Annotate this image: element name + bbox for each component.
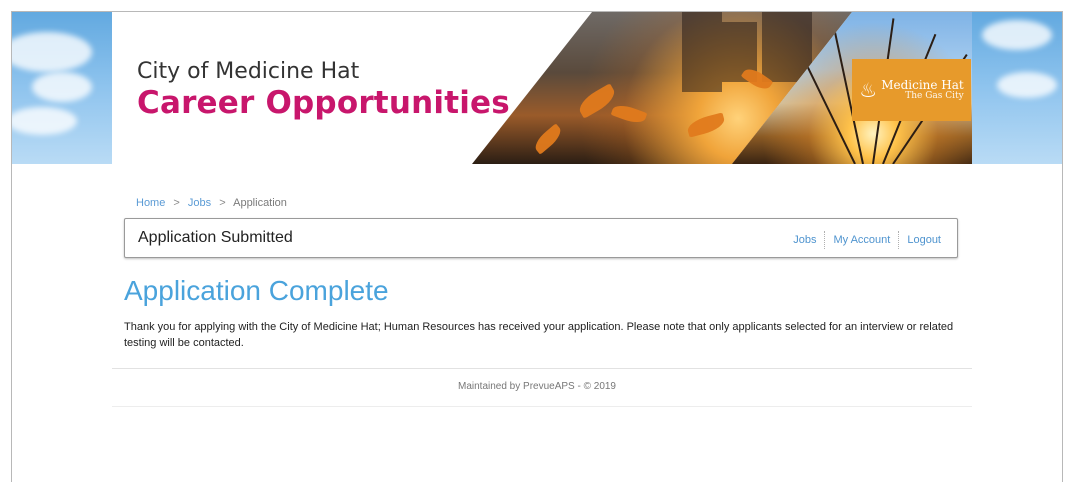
footer-copyright: Maintained by PrevueAPS - © 2019 <box>457 381 616 392</box>
flame-icon: ♨ <box>859 78 878 102</box>
confirmation-message: Thank you for applying with the City of … <box>124 321 954 349</box>
breadcrumb-separator: > <box>173 197 180 209</box>
footer-divider <box>112 368 972 369</box>
browser-page: City of Medicine Hat Career Opportunitie… <box>11 11 1063 482</box>
application-complete-heading: Application Complete <box>124 275 389 306</box>
nav-jobs-link[interactable]: Jobs <box>785 234 824 246</box>
nav-logout-link[interactable]: Logout <box>899 234 949 246</box>
logo-name: Medicine Hat <box>881 78 964 92</box>
breadcrumb: Home > Jobs > Application <box>136 197 287 209</box>
banner-subtitle: City of Medicine Hat <box>137 59 360 84</box>
breadcrumb-jobs-link[interactable]: Jobs <box>188 197 211 209</box>
breadcrumb-current: Application <box>233 197 287 209</box>
footer-divider <box>112 406 972 407</box>
logo-tagline: The Gas City <box>905 91 964 101</box>
account-nav: Jobs My Account Logout <box>785 231 949 249</box>
page-title: Application Submitted <box>138 229 293 246</box>
breadcrumb-separator: > <box>219 197 226 209</box>
nav-my-account-link[interactable]: My Account <box>825 234 898 246</box>
medicine-hat-logo: ♨ Medicine Hat The Gas City <box>852 59 971 121</box>
banner-title: Career Opportunities <box>137 85 510 121</box>
page-header-box: Application Submitted Jobs My Account Lo… <box>124 218 958 258</box>
header-banner: City of Medicine Hat Career Opportunitie… <box>12 12 1062 164</box>
breadcrumb-home-link[interactable]: Home <box>136 197 165 209</box>
banner-center-panel: City of Medicine Hat Career Opportunitie… <box>112 12 972 164</box>
